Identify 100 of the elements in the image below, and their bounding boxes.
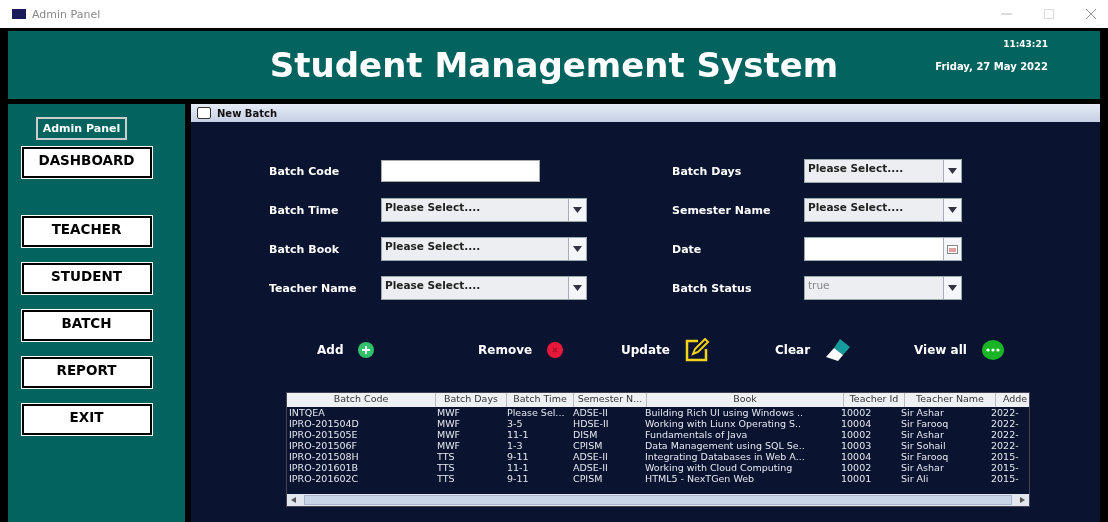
column-header[interactable]: Semester N... xyxy=(574,393,647,407)
calendar-icon xyxy=(947,244,958,254)
field-label: Semester Name xyxy=(672,203,772,217)
table-cell-text: 10004 xyxy=(840,451,873,462)
table-cell-text: Fundamentals of Java xyxy=(644,429,749,440)
table-cell-text: IPRO-201602C xyxy=(288,473,360,484)
table-cell-text: HDSE-II xyxy=(572,418,610,429)
dropdown[interactable]: Please Select.... xyxy=(381,276,587,300)
scroll-left-icon[interactable] xyxy=(291,497,296,503)
table-cell-text: INTQEA xyxy=(288,407,326,418)
field-label: Batch Time xyxy=(269,203,340,217)
action-button[interactable]: Clear xyxy=(775,338,897,362)
nav-button[interactable]: REPORT xyxy=(21,357,152,388)
table-cell-text: Integrating Databases in Web A... xyxy=(644,451,806,462)
action-button[interactable]: View all xyxy=(914,339,1014,361)
maximize-icon[interactable] xyxy=(1044,9,1054,19)
action-button[interactable]: Remove xyxy=(478,341,604,359)
table-cell-text: MWF xyxy=(436,440,462,451)
nav-button[interactable]: STUDENT xyxy=(21,263,152,294)
date-field[interactable] xyxy=(804,237,962,261)
field-label: Batch Code xyxy=(269,164,341,178)
column-header[interactable]: Batch Days xyxy=(436,393,507,407)
table-cell-text: 2022- xyxy=(990,429,1020,440)
caret-icon xyxy=(573,285,582,291)
table-cell-text: 2015- xyxy=(990,462,1020,473)
app-icon xyxy=(12,9,26,19)
dropdown[interactable]: Please Select.... xyxy=(381,237,587,261)
table-cell-text: 11-1 xyxy=(506,462,530,473)
plus-icon xyxy=(357,341,376,359)
field-label: Teacher Name xyxy=(269,281,358,295)
edit-icon xyxy=(683,338,710,362)
table-cell-text: IPRO-201508H xyxy=(288,451,360,462)
field-label: Batch Days xyxy=(672,164,743,178)
table-cell-text: ADSE-II xyxy=(572,407,609,418)
caret-icon xyxy=(948,285,957,291)
table-cell-text: Sir Sohail xyxy=(900,440,947,451)
field-label: Batch Book xyxy=(269,242,341,256)
table-cell-text: IPRO-201504D xyxy=(288,418,360,429)
frame-icon xyxy=(197,107,211,119)
dropdown[interactable]: Please Select.... xyxy=(804,198,962,222)
table-cell-text: TTS xyxy=(436,473,456,484)
table-cell-text: 2022- xyxy=(990,407,1020,418)
table-cell-text: 9-11 xyxy=(506,451,530,462)
table-cell-text: Building Rich UI using Windows .. xyxy=(644,407,804,418)
eraser-icon xyxy=(824,338,853,362)
column-header[interactable]: Teacher Name xyxy=(905,393,996,407)
table-cell-text: Data Management using SQL Se.. xyxy=(644,440,806,451)
table-cell-text: Sir Farooq xyxy=(900,451,950,462)
table-cell-text: 2015- xyxy=(990,473,1020,484)
close-icon[interactable] xyxy=(1086,9,1096,19)
table-cell-text: MWF xyxy=(436,407,462,418)
table-cell-text: CPISM xyxy=(572,473,604,484)
table-cell-text: TTS xyxy=(436,451,456,462)
dropdown[interactable]: Please Select.... xyxy=(804,159,962,183)
table-cell-text: 10002 xyxy=(840,429,873,440)
sidebar-heading: Admin Panel xyxy=(35,117,128,140)
column-header[interactable]: Adde xyxy=(996,393,1029,407)
window-title: Admin Panel xyxy=(32,7,101,21)
app-title: Student Management System xyxy=(269,45,839,85)
action-button[interactable]: Update xyxy=(621,338,759,362)
nav-button[interactable]: DASHBOARD xyxy=(21,147,152,178)
table-cell-text: IPRO-201505E xyxy=(288,429,359,440)
table-cell-text: TTS xyxy=(436,462,456,473)
table-cell-text: 9-11 xyxy=(506,473,530,484)
caret-icon xyxy=(573,207,582,213)
close-icon xyxy=(546,341,565,359)
column-header[interactable]: Batch Code xyxy=(287,393,436,407)
action-button[interactable]: Add xyxy=(317,341,441,359)
column-header[interactable]: Batch Time xyxy=(507,393,574,407)
nav-button[interactable]: BATCH xyxy=(21,310,152,341)
table-cell-text: 10003 xyxy=(840,440,873,451)
field-label: Date xyxy=(672,242,703,256)
column-header[interactable]: Book xyxy=(647,393,844,407)
nav-button[interactable]: TEACHER xyxy=(21,216,152,247)
table-cell-text: 10002 xyxy=(840,407,873,418)
nav-button[interactable]: EXIT xyxy=(21,404,152,435)
table-cell-text: Please Sel... xyxy=(506,407,566,418)
table-cell-text: Sir Ashar xyxy=(900,462,945,473)
table-cell-text: ADSE-II xyxy=(572,462,609,473)
table-cell-text: Sir Ali xyxy=(900,473,930,484)
horizontal-scrollbar[interactable] xyxy=(287,494,1029,506)
table-cell-text: MWF xyxy=(436,418,462,429)
table-cell-text: MWF xyxy=(436,429,462,440)
table-cell-text: ADSE-II xyxy=(572,451,609,462)
table-cell-text: Working with Cloud Computing xyxy=(644,462,794,473)
field-label: Batch Status xyxy=(672,281,753,295)
caret-icon xyxy=(948,168,957,174)
dropdown[interactable]: Please Select.... xyxy=(381,198,587,222)
table-cell-text: HTML5 - NexTGen Web xyxy=(644,473,756,484)
table-cell-text: 2022- xyxy=(990,440,1020,451)
table-cell-text: 10001 xyxy=(840,473,873,484)
table-cell-text: Sir Ashar xyxy=(900,429,945,440)
table-cell-text: Sir Ashar xyxy=(900,407,945,418)
table-cell-text: CPISM xyxy=(572,440,604,451)
table-cell-text: Sir Farooq xyxy=(900,418,950,429)
scroll-right-icon[interactable] xyxy=(1020,497,1025,503)
column-header[interactable]: Teacher Id xyxy=(844,393,905,407)
table-cell-text: 2022- xyxy=(990,418,1020,429)
text-field[interactable] xyxy=(381,160,540,182)
table-cell-text: 2015- xyxy=(990,451,1020,462)
